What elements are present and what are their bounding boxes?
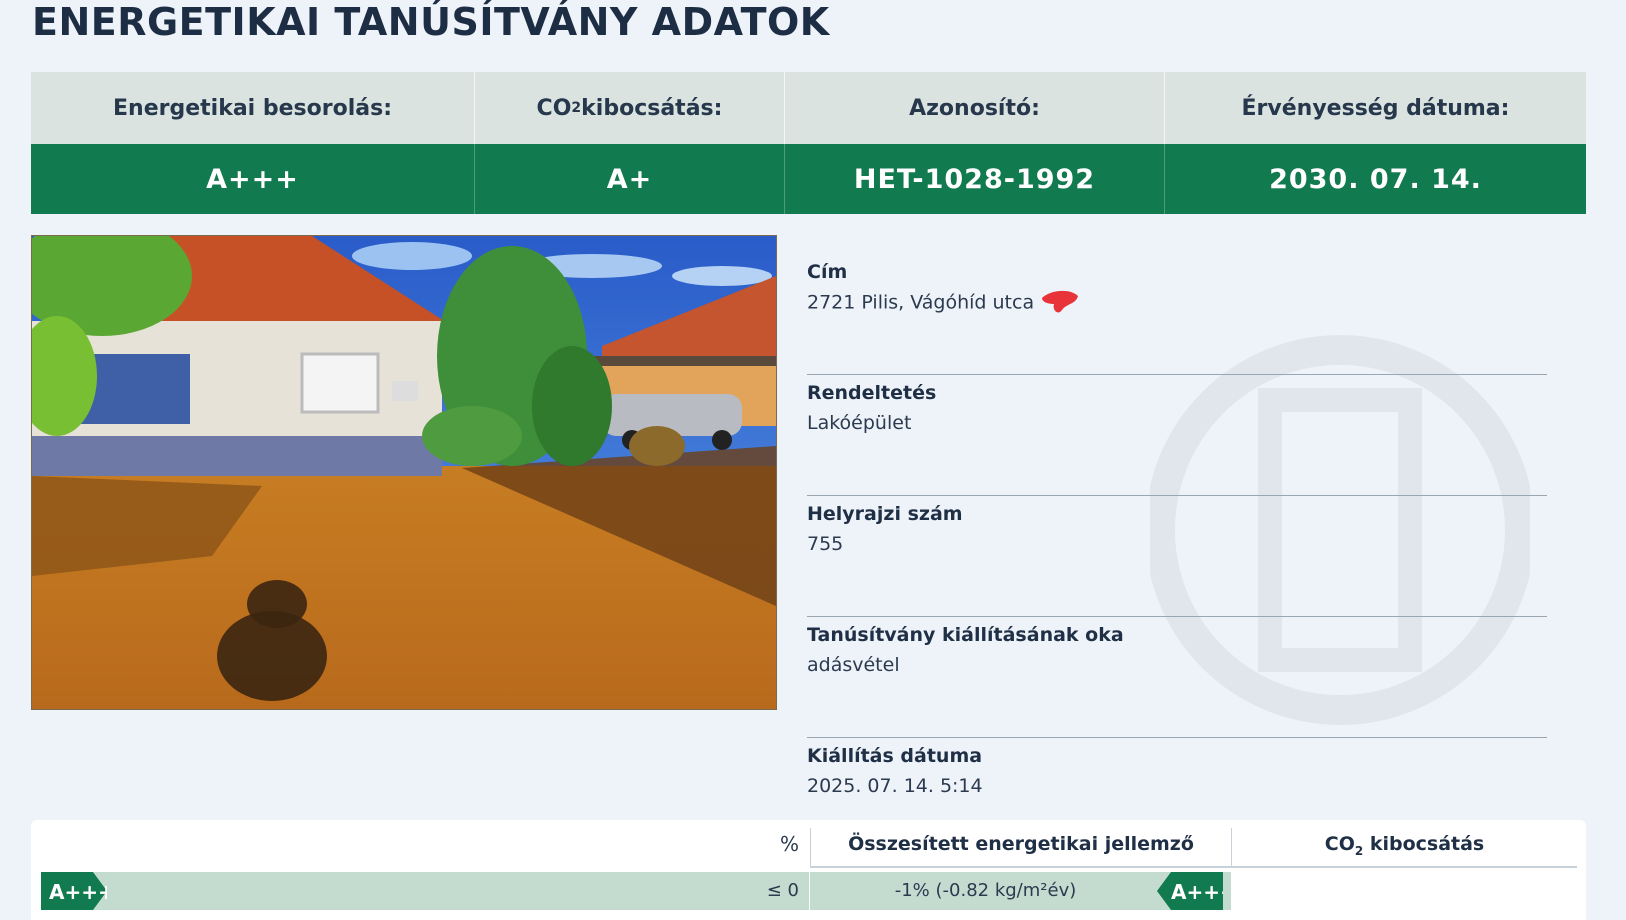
- scale-row: A+++ ≤ 0 -1% (-0.82 kg/m²év) A+++: [41, 872, 1561, 910]
- class-badge-icon: A+++: [41, 872, 107, 910]
- detail-value: Lakóépület: [807, 412, 912, 434]
- property-photo: [31, 235, 777, 710]
- detail-label: Cím: [807, 261, 848, 283]
- energy-scale-table: % Összesített energetikai jellemző CO2 k…: [31, 820, 1586, 920]
- scale-header: % Összesített energetikai jellemző CO2 k…: [31, 820, 1586, 868]
- value-validity: 2030. 07. 14.: [1165, 144, 1586, 214]
- certificate-summary-table: Energetikai besorolás: CO 2 kibocsátás: A…: [31, 72, 1586, 214]
- detail-value: 2721 Pilis, Vágóhíd utca: [807, 288, 1547, 318]
- detail-purpose: Rendeltetés Lakóépület: [807, 375, 1547, 496]
- detail-value: 755: [807, 533, 844, 555]
- detail-value: 2025. 07. 14. 5:14: [807, 775, 983, 797]
- value-id: HET-1028-1992: [785, 144, 1165, 214]
- class-badge-label: A+++: [49, 880, 107, 904]
- value-co2: A+: [475, 144, 785, 214]
- header-id: Azonosító:: [785, 72, 1165, 144]
- detail-label: Kiállítás dátuma: [807, 745, 983, 767]
- detail-label: Tanúsítvány kiállításának oka: [807, 624, 1124, 646]
- scale-percent-header: %: [779, 832, 799, 856]
- detail-parcel: Helyrajzi szám 755: [807, 496, 1547, 617]
- property-details: Cím 2721 Pilis, Vágóhíd utca Rendeltetés…: [807, 254, 1547, 859]
- header-rating: Energetikai besorolás:: [31, 72, 475, 144]
- scale-co2-header: CO2 kibocsátás: [1231, 828, 1577, 868]
- scale-energy-header: Összesített energetikai jellemző: [810, 828, 1231, 868]
- scale-range: ≤ 0: [766, 880, 799, 901]
- detail-label: Helyrajzi szám: [807, 503, 963, 525]
- detail-reason: Tanúsítvány kiállításának oka adásvétel: [807, 617, 1547, 738]
- redaction-mark-icon: [1042, 290, 1079, 313]
- current-class-marker-icon: A+++: [1157, 872, 1223, 910]
- marker-label: A+++: [1171, 880, 1223, 904]
- detail-value: adásvétel: [807, 654, 900, 676]
- energy-value-cell: -1% (-0.82 kg/m²év) A+++: [810, 872, 1231, 910]
- value-rating: A+++: [31, 144, 475, 214]
- header-validity: Érvényesség dátuma:: [1165, 72, 1586, 144]
- detail-address: Cím 2721 Pilis, Vágóhíd utca: [807, 254, 1547, 375]
- detail-label: Rendeltetés: [807, 382, 937, 404]
- header-co2: CO 2 kibocsátás:: [475, 72, 785, 144]
- page-title: ENERGETIKAI TANÚSÍTVÁNY ADATOK: [32, 0, 830, 44]
